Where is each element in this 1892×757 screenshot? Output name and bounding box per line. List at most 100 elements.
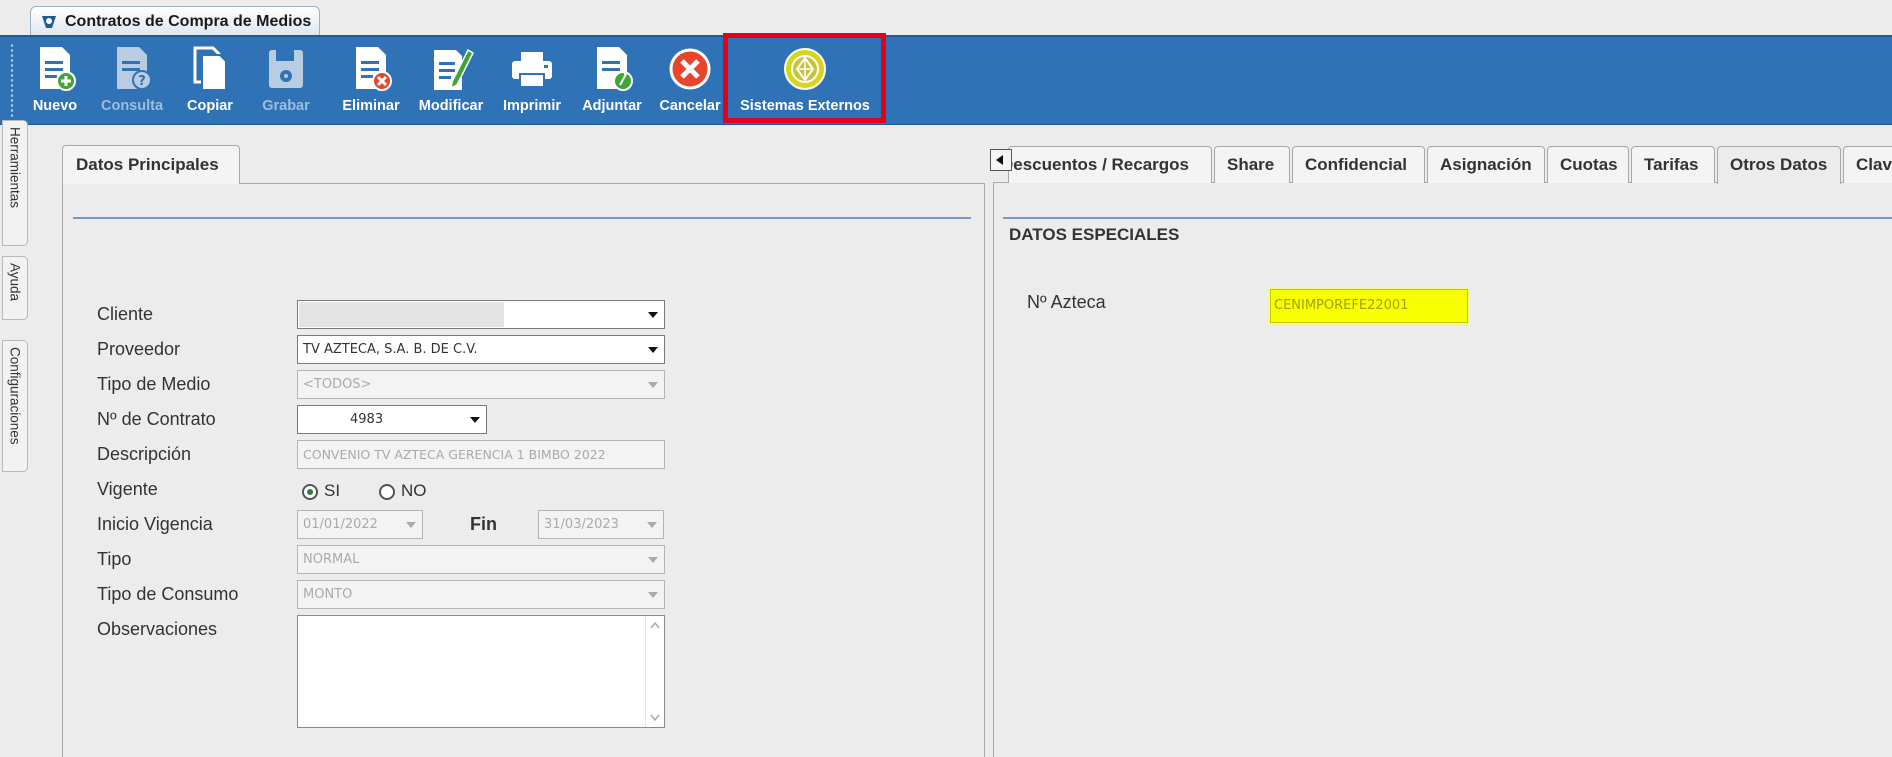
save-disk-icon xyxy=(269,50,303,88)
window-tab[interactable]: Contratos de Compra de Medios xyxy=(30,6,321,36)
new-button[interactable]: Nuevo xyxy=(24,41,86,121)
side-tab-label: Configuraciones xyxy=(7,347,23,445)
attach-button-label: Adjuntar xyxy=(582,98,642,114)
vigente-si-label: SI xyxy=(324,481,341,500)
descripcion-value: CONVENIO TV AZTECA GERENCIA 1 BIMBO 2022 xyxy=(303,447,606,462)
chevron-down-icon xyxy=(648,347,658,353)
window-title: Contratos de Compra de Medios xyxy=(65,13,312,30)
chevron-down-icon xyxy=(648,592,658,598)
tab-datos-principales[interactable]: Datos Principales xyxy=(62,145,240,184)
azteca-number-label: Nº Azteca xyxy=(1027,292,1106,312)
cancel-icon xyxy=(669,48,711,90)
tipo-consumo-select[interactable]: MONTO xyxy=(297,580,665,609)
copy-icon xyxy=(193,46,227,91)
tab-otros-datos[interactable]: Otros Datos xyxy=(1717,146,1841,184)
descripcion-label: Descripción xyxy=(97,444,192,464)
delete-button-label: Eliminar xyxy=(342,98,400,114)
side-tab-herramientas[interactable]: Herramientas xyxy=(2,120,28,246)
panel-divider xyxy=(73,217,971,219)
chevron-down-icon xyxy=(406,522,416,528)
copy-button-label: Copiar xyxy=(187,98,233,114)
tipo-label: Tipo xyxy=(97,549,132,569)
tipo-consumo-label: Tipo de Consumo xyxy=(97,584,239,604)
proveedor-value: TV AZTECA, S.A. B. DE C.V. xyxy=(303,342,478,357)
toolbar: Nuevo ? Consulta Copiar Grabar Eliminar … xyxy=(0,35,1892,125)
tab-cuotas[interactable]: Cuotas xyxy=(1547,146,1629,183)
tipo-medio-value: <TODOS> xyxy=(303,377,372,392)
printer-icon xyxy=(512,52,552,88)
contrato-value: 4983 xyxy=(350,412,384,427)
modify-button-label: Modificar xyxy=(418,98,484,114)
document-delete-icon xyxy=(356,47,392,91)
tab-confidencial[interactable]: Confidencial xyxy=(1292,146,1425,183)
other-data-panel xyxy=(993,182,1892,757)
tab-tarifas[interactable]: Tarifas xyxy=(1631,146,1715,183)
tipo-medio-label: Tipo de Medio xyxy=(97,374,211,394)
vigente-label: Vigente xyxy=(97,479,158,499)
tab-share[interactable]: Share xyxy=(1214,146,1290,183)
attach-button[interactable]: Adjuntar xyxy=(578,41,646,121)
scroll-down-icon[interactable] xyxy=(650,714,660,721)
azteca-number-field[interactable]: CENIMPOREFE22001 xyxy=(1270,289,1468,323)
vigente-no-label: NO xyxy=(401,481,427,500)
save-button-label: Grabar xyxy=(262,98,310,114)
fin-label: Fin xyxy=(470,514,497,534)
print-button[interactable]: Imprimir xyxy=(500,41,564,121)
highlight-box xyxy=(723,33,886,123)
vigente-si-radio[interactable] xyxy=(302,484,318,500)
modify-button[interactable]: Modificar xyxy=(414,41,488,121)
proveedor-label: Proveedor xyxy=(97,339,181,359)
inicio-vigencia-date[interactable]: 01/01/2022 xyxy=(297,510,423,539)
cancel-button[interactable]: Cancelar xyxy=(656,41,724,121)
chevron-down-icon xyxy=(470,417,480,423)
attachment-icon xyxy=(597,47,633,91)
document-query-icon: ? xyxy=(117,47,152,90)
chevron-down-icon xyxy=(648,382,658,388)
cancel-button-label: Cancelar xyxy=(659,98,721,114)
tab-descuentos-recargos[interactable]: Descuentos / Recargos xyxy=(1008,146,1212,183)
cliente-select[interactable] xyxy=(297,300,665,329)
tipo-value: NORMAL xyxy=(303,552,360,567)
side-tab-label: Herramientas xyxy=(7,127,23,209)
copy-button[interactable]: Copiar xyxy=(180,41,240,121)
app-logo-icon xyxy=(42,16,56,28)
cliente-label: Cliente xyxy=(97,304,154,324)
scroll-up-icon[interactable] xyxy=(650,622,660,629)
panel-divider xyxy=(1003,217,1892,219)
fin-value: 31/03/2023 xyxy=(544,517,619,532)
contrato-label: Nº de Contrato xyxy=(97,409,216,429)
vigente-no-radio[interactable] xyxy=(379,484,395,500)
chevron-down-icon xyxy=(648,312,658,318)
inicio-vigencia-label: Inicio Vigencia xyxy=(97,514,213,534)
document-add-icon xyxy=(40,47,76,91)
proveedor-select[interactable]: TV AZTECA, S.A. B. DE C.V. xyxy=(297,335,665,364)
save-button[interactable]: Grabar xyxy=(256,41,316,121)
textarea-scrollbar[interactable] xyxy=(645,616,664,727)
new-button-label: Nuevo xyxy=(32,98,78,114)
document-edit-icon xyxy=(434,48,474,90)
query-button-label: Consulta xyxy=(100,98,164,114)
chevron-down-icon xyxy=(648,557,658,563)
tipo-consumo-value: MONTO xyxy=(303,587,353,602)
print-button-label: Imprimir xyxy=(502,98,561,114)
svg-text:?: ? xyxy=(138,74,146,89)
side-tab-ayuda[interactable]: Ayuda xyxy=(2,256,28,320)
section-title: DATOS ESPECIALES xyxy=(1009,225,1180,244)
side-tab-configuraciones[interactable]: Configuraciones xyxy=(2,340,28,472)
tab-scroll-left-button[interactable] xyxy=(990,149,1012,171)
query-button[interactable]: ? Consulta xyxy=(96,41,168,121)
observaciones-textarea[interactable] xyxy=(297,615,665,728)
tipo-select[interactable]: NORMAL xyxy=(297,545,665,574)
inicio-vigencia-value: 01/01/2022 xyxy=(303,517,378,532)
toolbar-grip[interactable] xyxy=(10,43,14,119)
fin-date[interactable]: 31/03/2023 xyxy=(538,510,664,539)
tab-asignacion[interactable]: Asignación xyxy=(1427,146,1545,183)
tab-clave[interactable]: Clave xyxy=(1843,146,1892,183)
descripcion-input[interactable]: CONVENIO TV AZTECA GERENCIA 1 BIMBO 2022 xyxy=(297,440,665,469)
contrato-select[interactable]: 4983 xyxy=(297,405,487,434)
delete-button[interactable]: Eliminar xyxy=(336,41,406,121)
side-tab-label: Ayuda xyxy=(7,263,23,302)
tipo-medio-select[interactable]: <TODOS> xyxy=(297,370,665,399)
chevron-down-icon xyxy=(647,522,657,528)
observaciones-label: Observaciones xyxy=(97,619,218,639)
